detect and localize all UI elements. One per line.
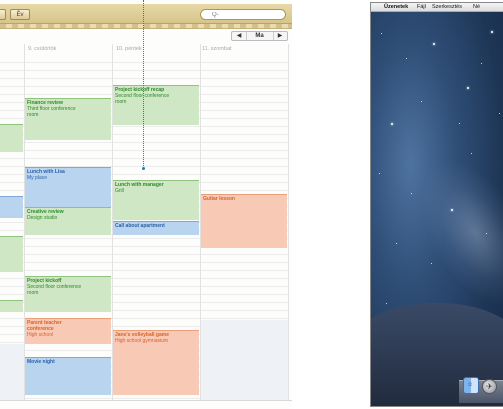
event-partial[interactable] <box>0 300 23 312</box>
star <box>391 123 393 125</box>
desktop-screen: Üzenetek Fájl Szerkesztés Né ☺ ✈ <box>371 3 503 406</box>
grid-bottom-border <box>0 400 292 401</box>
event-project-kickoff-recap[interactable]: Project kickoff recap Second floor confe… <box>113 85 199 125</box>
day-header-friday[interactable]: 10. péntek <box>116 45 142 54</box>
toolbar-stitched-edge <box>0 24 292 29</box>
star <box>481 63 482 64</box>
callout-endpoint <box>142 167 145 170</box>
star <box>396 243 397 244</box>
launchpad-icon[interactable]: ✈ <box>482 379 497 394</box>
event-lunch-with-manager[interactable]: Lunch with manager Grill <box>113 180 199 220</box>
day-header-saturday[interactable]: 11. szombat <box>202 45 232 54</box>
event-location: Grill <box>115 188 124 194</box>
star <box>491 31 493 33</box>
event-partial[interactable] <box>0 196 23 218</box>
event-project-kickoff[interactable]: Project kickoff Second floor conference … <box>25 276 111 312</box>
search-field[interactable] <box>200 9 286 20</box>
event-partial[interactable] <box>0 236 23 272</box>
event-location: My place <box>27 175 48 181</box>
finder-face-glyph: ☺ <box>467 382 474 388</box>
star <box>381 33 382 34</box>
star <box>471 153 472 154</box>
rocket-glyph: ✈ <box>486 382 493 391</box>
next-week-button[interactable]: ▶ <box>273 32 287 40</box>
calendar-window: Év ◀ Ma ▶ 9. csütörtök 10. péntek 11. sz… <box>0 0 292 409</box>
calendar-toolbar: Év <box>0 4 292 24</box>
column-divider <box>288 44 289 400</box>
event-location: Design studio <box>27 215 58 221</box>
star <box>411 193 412 194</box>
finder-icon[interactable]: ☺ <box>463 377 479 394</box>
event-location: room <box>27 112 39 118</box>
star <box>431 263 432 264</box>
callout-line-calendar <box>143 0 144 168</box>
menu-view-partial[interactable]: Né <box>473 3 480 12</box>
event-title: Guitar lesson <box>203 196 235 202</box>
event-guitar-lesson[interactable]: Guitar lesson <box>201 194 287 248</box>
star <box>467 87 469 89</box>
star <box>499 113 500 114</box>
event-title: Call about apartment <box>115 223 165 229</box>
event-finance-review[interactable]: Finance review Third floor conference ro… <box>25 98 111 140</box>
menu-edit[interactable]: Szerkesztés <box>432 3 462 12</box>
column-shade <box>0 344 24 400</box>
weekend-shade <box>200 320 288 400</box>
star <box>379 173 380 174</box>
star <box>459 123 460 124</box>
event-location: room <box>27 290 39 296</box>
day-headers: 9. csütörtök 10. péntek 11. szombat <box>0 45 292 54</box>
event-lunch-with-lisa[interactable]: Lunch with Lisa My place <box>25 167 111 207</box>
event-parent-teacher[interactable]: Parent teacher conference High school <box>25 318 111 344</box>
star <box>421 101 422 102</box>
event-partial[interactable] <box>0 124 23 152</box>
event-volleyball-game[interactable]: Jane's volleyball game High school gymna… <box>113 330 199 395</box>
menu-bar: Üzenetek Fájl Szerkesztés Né <box>371 3 503 12</box>
previous-week-button[interactable]: ◀ <box>232 32 247 40</box>
star <box>433 43 435 45</box>
star <box>486 233 487 234</box>
event-title: Movie night <box>27 359 55 365</box>
event-creative-review[interactable]: Creative review Design studio <box>25 207 111 235</box>
galaxy-wallpaper <box>397 141 503 325</box>
search-input[interactable] <box>212 10 282 19</box>
event-call-about-apartment[interactable]: Call about apartment <box>113 221 199 235</box>
star <box>386 303 387 304</box>
star <box>406 58 407 59</box>
year-view-button[interactable]: Év <box>10 9 30 20</box>
today-button[interactable]: Ma <box>246 32 274 40</box>
event-location: room <box>115 99 127 105</box>
event-movie-night[interactable]: Movie night <box>25 357 111 395</box>
toolbar-button-partial[interactable] <box>0 9 6 20</box>
star <box>451 209 453 211</box>
app-menu-messages[interactable]: Üzenetek <box>384 3 408 12</box>
menu-file[interactable]: Fájl <box>417 3 426 12</box>
day-header-thursday[interactable]: 9. csütörtök <box>28 45 56 54</box>
date-navigator: ◀ Ma ▶ <box>231 31 288 41</box>
event-location: High school gymnasium <box>115 338 169 344</box>
event-location: High school <box>27 332 54 338</box>
